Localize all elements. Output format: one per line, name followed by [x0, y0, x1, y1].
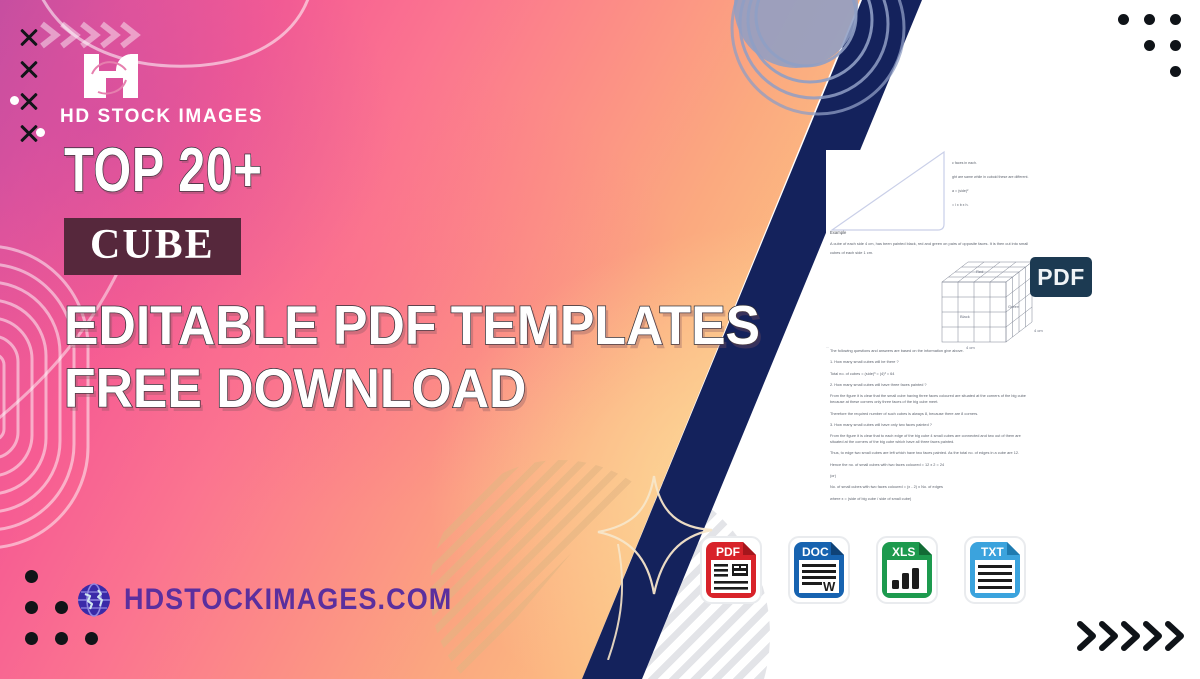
cube-dim-depth: 4 cm: [1034, 328, 1043, 333]
decor-dot: [25, 570, 38, 583]
document-triangle-shape: [830, 150, 945, 231]
decor-dot: [1170, 40, 1181, 51]
document-body-line: Therefore the required number of such cu…: [830, 411, 979, 416]
decor-dot: [25, 632, 38, 645]
headline-line-2: FREE DOWNLOAD: [63, 357, 527, 420]
x-mark-icon: [18, 26, 40, 48]
headline-line-1: EDITABLE PDF TEMPLATES: [63, 294, 761, 357]
txt-label: TXT: [981, 545, 1004, 559]
pdf-file-icon[interactable]: PDF: [700, 536, 762, 604]
document-intro-line: A cube of each side 4 cm, has been paint…: [830, 241, 1029, 246]
doc-file-icon[interactable]: W DOC: [788, 536, 850, 604]
pdf-chip: PDF: [1030, 257, 1092, 297]
decor-dot: [1144, 14, 1155, 25]
website-url[interactable]: HDSTOCKIMAGES.COM: [124, 583, 452, 617]
x-mark-icon: [18, 90, 40, 112]
document-body-line: 2. How many small cubes will have three …: [830, 383, 927, 388]
document-body-line: From the figure it is clear that to each…: [830, 434, 1021, 439]
concentric-circles-decor: [730, 0, 906, 116]
bottom-chevrons-decor: [1077, 621, 1184, 651]
xls-label: XLS: [892, 545, 915, 559]
document-body-line: situated at the corners of the big cube …: [830, 440, 955, 445]
headline-block: TOP 20+ CUBE EDITABLE PDF TEMPLATES FREE…: [63, 136, 804, 420]
document-intro-line: cubes of each side 1 cm.: [830, 249, 874, 255]
document-body-line: The following questions and answers are …: [830, 349, 964, 353]
brand-logo: HD STOCK IMAGES: [60, 52, 263, 128]
topic-badge: CUBE: [64, 218, 241, 276]
document-body-line: Total no. of cubes = (side)³ = (4)³ = 64: [830, 371, 895, 376]
document-preview: c faces in each. ght are same while in c…: [826, 150, 1166, 540]
svg-text:W: W: [823, 579, 836, 594]
globe-icon: [78, 583, 110, 617]
document-top-line: ght are same while in cuboid these are d…: [952, 175, 1029, 180]
brand-name: HD STOCK IMAGES: [60, 106, 264, 127]
decor-dot: [1118, 14, 1129, 25]
document-body-line: Thus, to edge two small cubes are left w…: [830, 451, 1020, 456]
decor-dot: [1170, 14, 1181, 25]
document-top-line: = l x b x h.: [952, 203, 969, 208]
decor-dot: [36, 128, 45, 137]
cube-label-side: Green: [1008, 304, 1019, 309]
decor-dot: [85, 632, 98, 645]
txt-file-icon[interactable]: TXT: [964, 536, 1026, 604]
poster-canvas: HD STOCK IMAGES TOP 20+ CUBE EDITABLE PD…: [0, 0, 1200, 679]
document-body-line: because at these corners only three face…: [830, 400, 939, 405]
website-row[interactable]: HDSTOCKIMAGES.COM: [76, 582, 489, 618]
document-top-line: a = (side)²: [952, 189, 969, 194]
decor-dot: [25, 601, 38, 614]
topic-badge-label: CUBE: [90, 222, 215, 268]
document-top-lines: c faces in each. ght are same while in c…: [952, 161, 1164, 218]
document-body: The following questions and answers are …: [830, 349, 1164, 509]
cube-label-front: Black: [960, 314, 970, 319]
document-body-line: (or): [830, 474, 836, 479]
document-example-label: Example: [830, 230, 847, 235]
document-body-line: Hence the no. of small cubes with two fa…: [830, 462, 945, 467]
decor-dot: [1170, 66, 1181, 77]
cube-label-top: Red: [976, 269, 983, 274]
headline-kicker: TOP 20+: [63, 136, 263, 205]
xls-file-icon[interactable]: XLS: [876, 536, 938, 604]
filetype-icon-row: PDF W DOC XLS TXT: [700, 536, 1026, 604]
x-mark-icon: [18, 58, 40, 80]
pdf-label: PDF: [716, 545, 740, 559]
doc-label: DOC: [802, 545, 829, 559]
decor-dot: [1144, 40, 1155, 51]
document-body-line: No. of small cubes with two faces colour…: [830, 485, 943, 490]
decor-dot: [55, 632, 68, 645]
document-body-line: 1. How many small cubes will be there ?: [830, 360, 899, 365]
chevron-arrows-decor: [40, 21, 141, 49]
document-margin-mark: ···: [826, 346, 830, 350]
document-body-line: From the figure it is clear that the sma…: [830, 394, 1026, 399]
decor-dot: [55, 601, 68, 614]
h-monogram-logo-icon: [84, 54, 138, 98]
document-body-line: 3. How many small cubes will have only t…: [830, 422, 932, 427]
document-body-line: where x = (side of big cube / side of sm…: [830, 496, 912, 501]
document-top-line: c faces in each.: [952, 161, 977, 165]
